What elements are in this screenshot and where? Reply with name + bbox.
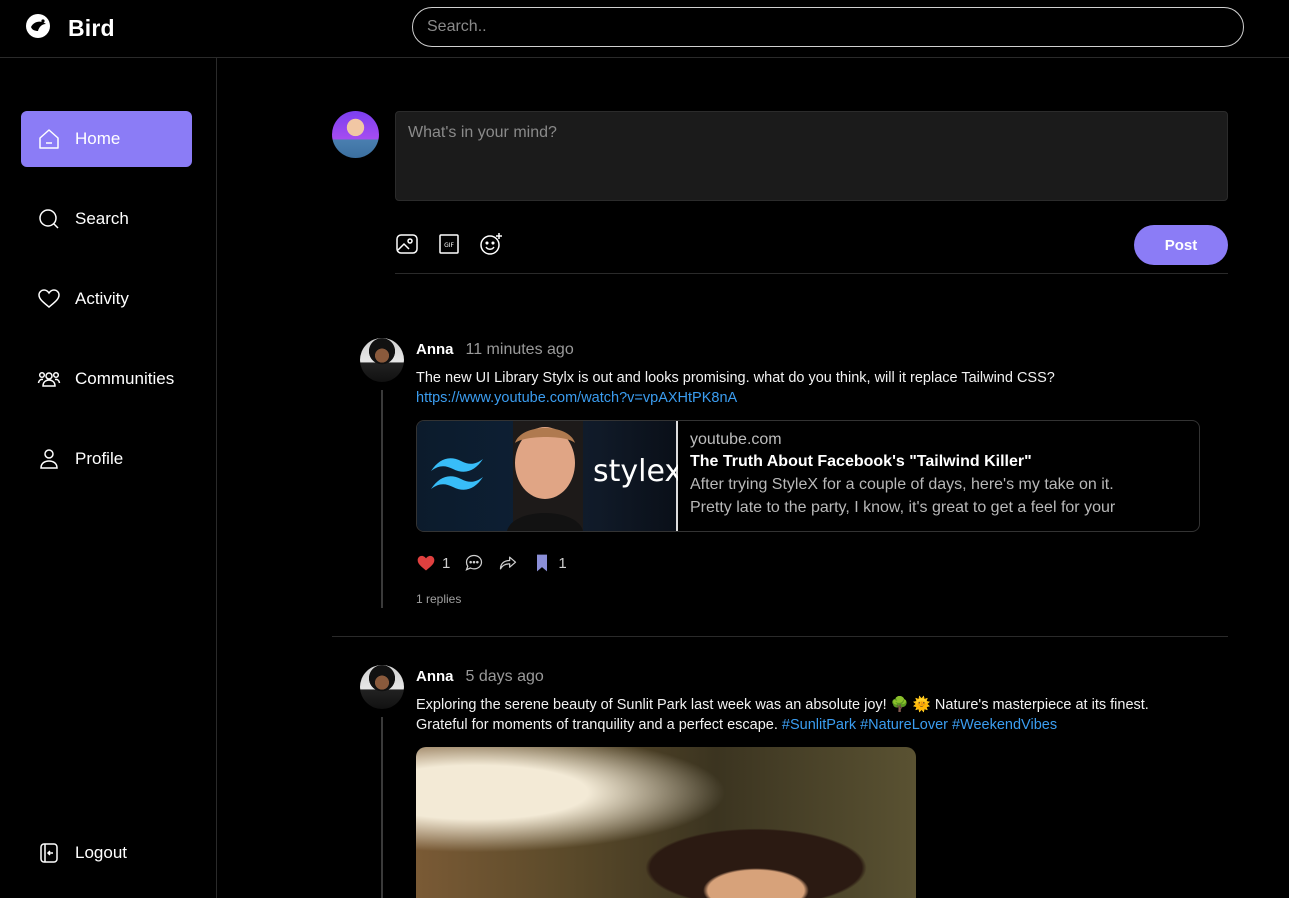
- post-text-segment: Grateful for moments of tranquility and …: [416, 717, 778, 733]
- svg-text:GIF: GIF: [444, 242, 454, 249]
- sidebar-item-activity[interactable]: Activity: [21, 271, 192, 327]
- post-author-avatar[interactable]: [360, 338, 404, 382]
- link-preview-body: youtube.com The Truth About Facebook's "…: [678, 421, 1127, 531]
- post-header: Anna 5 days ago: [416, 668, 544, 686]
- sidebar-item-label: Search: [75, 209, 129, 228]
- sidebar-item-home[interactable]: Home: [21, 111, 192, 167]
- link-preview-thumbnail: stylex: [417, 421, 682, 531]
- brand-name: Bird: [68, 15, 115, 41]
- thumbnail-art: stylex: [431, 421, 682, 531]
- post-image[interactable]: [416, 747, 916, 898]
- bookmark-filled-icon: [537, 554, 548, 572]
- post-text-line: Grateful for moments of tranquility and …: [416, 715, 1228, 735]
- sidebar-item-search[interactable]: Search: [21, 191, 192, 247]
- post-author-name[interactable]: Anna: [416, 341, 454, 358]
- thread-line: [381, 390, 383, 608]
- top-header: Bird: [0, 0, 1289, 58]
- link-description-line: Pretty late to the party, I know, it's g…: [690, 499, 1116, 516]
- current-user-avatar[interactable]: [332, 111, 379, 158]
- logout-label: Logout: [75, 843, 127, 862]
- users-icon: [37, 371, 61, 387]
- hashtag-link[interactable]: #WeekendVibes: [952, 717, 1057, 733]
- post-text-line: Exploring the serene beauty of Sunlit Pa…: [416, 697, 1149, 713]
- post-link[interactable]: https://www.youtube.com/watch?v=vpAXHtPK…: [416, 388, 1216, 408]
- link-description-line: After trying StyleX for a couple of days…: [690, 476, 1114, 493]
- logout-icon: [40, 843, 58, 863]
- link-description: After trying StyleX for a couple of days…: [690, 473, 1115, 519]
- like-button[interactable]: 1: [416, 553, 450, 573]
- replies-count[interactable]: 1 replies: [416, 592, 461, 606]
- sidebar-item-label: Home: [75, 129, 121, 148]
- comment-icon: [465, 554, 483, 571]
- share-icon: [500, 556, 517, 570]
- heart-filled-icon: [417, 555, 435, 571]
- hashtag-link[interactable]: #NatureLover: [860, 717, 948, 733]
- comment-button[interactable]: [464, 553, 484, 573]
- bird-logo-icon: [24, 12, 52, 45]
- sidebar-item-profile[interactable]: Profile: [21, 431, 192, 487]
- brand[interactable]: Bird: [24, 12, 115, 45]
- hashtag-link[interactable]: #SunlitPark: [782, 717, 856, 733]
- sidebar-item-label: Profile: [75, 449, 124, 468]
- thumbnail-title: stylex: [593, 454, 678, 489]
- image-icon[interactable]: [395, 232, 419, 256]
- user-icon: [40, 449, 58, 469]
- search-input[interactable]: [412, 7, 1244, 47]
- heart-icon: [38, 289, 60, 308]
- post-button[interactable]: Post: [1134, 225, 1228, 265]
- bookmark-count: 1: [558, 554, 567, 572]
- sidebar: Home Search Activity Communities Profile…: [0, 58, 217, 898]
- composer-toolbar: GIF: [395, 232, 503, 256]
- composer-divider: [395, 273, 1228, 274]
- like-count: 1: [442, 554, 451, 572]
- logout-button[interactable]: Logout: [21, 825, 192, 881]
- sidebar-item-communities[interactable]: Communities: [21, 351, 192, 407]
- link-preview-card[interactable]: stylex youtube.com The Truth About Faceb…: [416, 420, 1200, 532]
- emoji-icon[interactable]: [479, 232, 503, 256]
- post-divider: [332, 636, 1228, 637]
- compose-textarea[interactable]: [395, 111, 1228, 201]
- link-domain: youtube.com: [690, 431, 782, 448]
- post-timestamp: 5 days ago: [465, 668, 544, 685]
- home-icon: [39, 129, 59, 149]
- share-button[interactable]: [498, 553, 518, 573]
- sidebar-item-label: Communities: [75, 369, 175, 388]
- post-timestamp: 11 minutes ago: [465, 341, 574, 358]
- post-author-avatar[interactable]: [360, 665, 404, 709]
- post-author-name[interactable]: Anna: [416, 668, 454, 685]
- post-body: The new UI Library Stylx is out and look…: [416, 368, 1216, 408]
- bookmark-button[interactable]: 1: [532, 553, 567, 573]
- gif-icon[interactable]: GIF: [437, 232, 461, 256]
- post-text: The new UI Library Stylx is out and look…: [416, 370, 1055, 386]
- thread-line: [381, 717, 383, 898]
- post-body: Exploring the serene beauty of Sunlit Pa…: [416, 695, 1228, 735]
- sidebar-item-label: Activity: [75, 289, 129, 308]
- post-actions: 1 1: [416, 553, 567, 573]
- link-title: The Truth About Facebook's "Tailwind Kil…: [690, 453, 1032, 470]
- search-icon: [39, 209, 59, 229]
- post-header: Anna 11 minutes ago: [416, 341, 574, 359]
